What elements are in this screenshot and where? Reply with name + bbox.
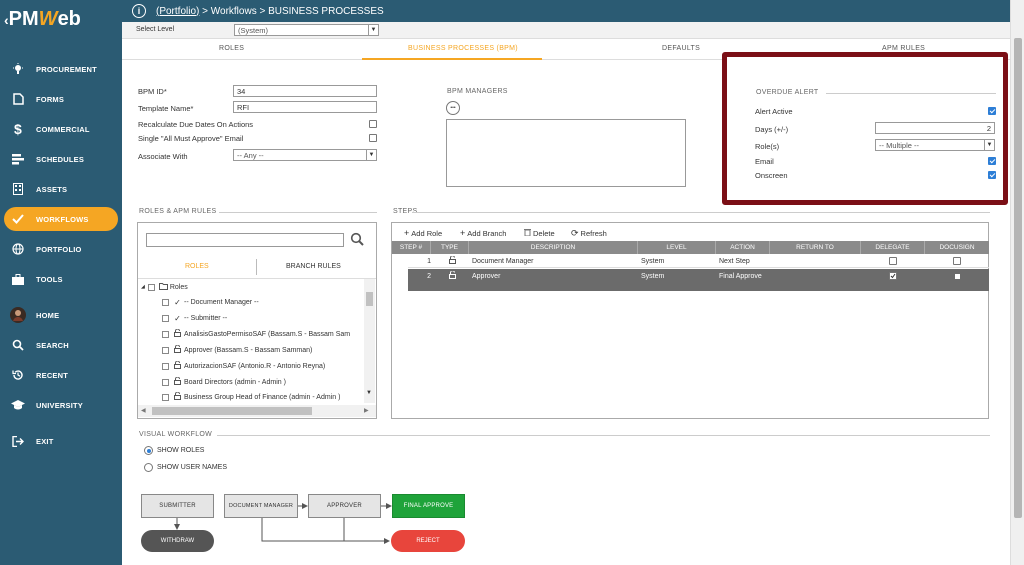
workflow-node-approver[interactable]: APPROVER	[308, 494, 381, 518]
workflow-node-submitter[interactable]: SUBMITTER	[141, 494, 214, 518]
node-label: REJECT	[416, 538, 440, 544]
workflow-node-document-manager[interactable]: DOCUMENT MANAGER	[224, 494, 298, 518]
node-label: DOCUMENT MANAGER	[228, 503, 294, 509]
node-label: SUBMITTER	[159, 503, 196, 509]
workflow-node-final-approve[interactable]: FINAL APPROVE	[392, 494, 465, 518]
workflow-connectors	[174, 503, 392, 544]
app-window: ‹PMWeb PROCUREMENT FORMS $ COMMERCIAL SC…	[0, 0, 1024, 565]
node-label: FINAL APPROVE	[403, 503, 454, 509]
workflow-node-reject[interactable]: REJECT	[391, 530, 465, 552]
node-label: APPROVER	[327, 503, 362, 509]
workflow-node-withdraw[interactable]: WITHDRAW	[141, 530, 214, 552]
node-label: WITHDRAW	[160, 538, 195, 544]
